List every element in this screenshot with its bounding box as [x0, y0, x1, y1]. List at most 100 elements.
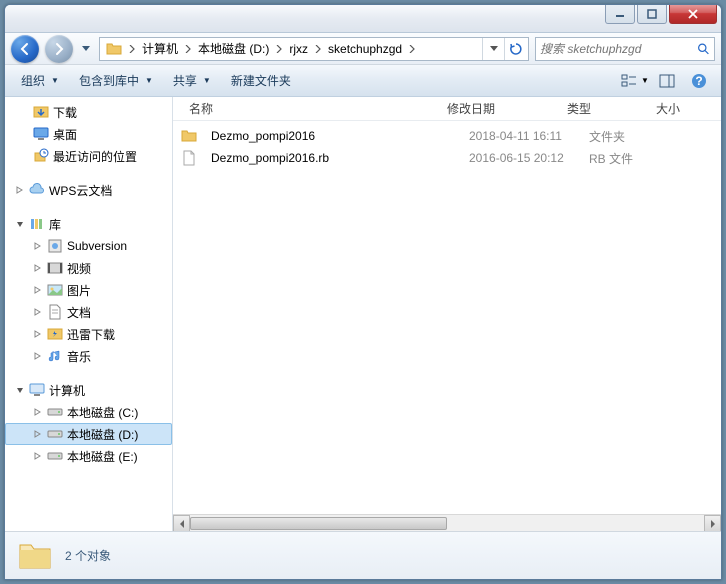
downloads-icon — [33, 104, 49, 120]
file-date: 2016-06-15 20:12 — [461, 151, 581, 165]
file-row[interactable]: Dezmo_pompi2016.rb 2016-06-15 20:12 RB 文… — [173, 147, 721, 169]
chevron-right-icon[interactable] — [273, 39, 285, 59]
sidebar-item-libraries[interactable]: 库 — [5, 213, 172, 235]
chevron-right-icon[interactable] — [126, 39, 138, 59]
drive-icon — [47, 426, 63, 442]
forward-button[interactable] — [45, 35, 73, 63]
tree-label: 计算机 — [49, 382, 85, 399]
column-header-type[interactable]: 类型 — [559, 100, 639, 117]
new-folder-button[interactable]: 新建文件夹 — [223, 68, 299, 93]
breadcrumb-item[interactable]: 计算机 — [138, 40, 182, 57]
drive-icon — [47, 448, 63, 464]
file-name: Dezmo_pompi2016.rb — [203, 151, 461, 165]
cloud-icon — [29, 182, 45, 198]
sidebar-item-music[interactable]: 音乐 — [5, 345, 172, 367]
file-icon — [181, 150, 197, 166]
tree-label: Subversion — [67, 239, 127, 253]
tree-label: 文档 — [67, 304, 91, 321]
chevron-right-icon[interactable] — [312, 39, 324, 59]
column-header-size[interactable]: 大小 — [639, 100, 689, 117]
scroll-track[interactable] — [190, 515, 704, 531]
scroll-thumb[interactable] — [190, 517, 447, 530]
maximize-button[interactable] — [637, 4, 667, 24]
address-dropdown[interactable] — [482, 38, 504, 60]
sidebar-item-computer[interactable]: 计算机 — [5, 379, 172, 401]
view-options-button[interactable]: ▼ — [621, 69, 649, 93]
sidebar-item-drive-e[interactable]: 本地磁盘 (E:) — [5, 445, 172, 467]
documents-icon — [47, 304, 63, 320]
sidebar-item-downloads[interactable]: 下载 — [5, 101, 172, 123]
preview-pane-button[interactable] — [653, 69, 681, 93]
breadcrumb-item[interactable]: sketchuphzgd — [324, 42, 406, 56]
sidebar-item-videos[interactable]: 视频 — [5, 257, 172, 279]
breadcrumb-item[interactable]: rjxz — [285, 42, 312, 56]
horizontal-scrollbar[interactable] — [173, 514, 721, 531]
tree-label: WPS云文档 — [49, 182, 112, 199]
folder-icon — [17, 538, 53, 574]
navigation-pane: 下载 桌面 最近访问的位置 WPS云文档 — [5, 97, 173, 531]
close-button[interactable] — [669, 4, 717, 24]
expand-icon[interactable] — [15, 185, 25, 195]
search-box[interactable] — [535, 37, 715, 61]
svg-text:?: ? — [695, 74, 702, 88]
expand-icon[interactable] — [33, 285, 43, 295]
expand-icon[interactable] — [33, 241, 43, 251]
window-controls — [605, 4, 717, 24]
expand-icon[interactable] — [33, 307, 43, 317]
address-bar[interactable]: 计算机 本地磁盘 (D:) rjxz sketchuphzgd — [99, 37, 529, 61]
expand-icon[interactable] — [33, 329, 43, 339]
music-icon — [47, 348, 63, 364]
expand-icon[interactable] — [33, 451, 43, 461]
tree-label: 音乐 — [67, 348, 91, 365]
include-library-button[interactable]: 包含到库中▼ — [71, 68, 161, 93]
help-button[interactable]: ? — [685, 69, 713, 93]
tree-label: 库 — [49, 216, 61, 233]
status-text: 2 个对象 — [65, 547, 111, 564]
sidebar-item-documents[interactable]: 文档 — [5, 301, 172, 323]
file-list-pane: 名称 修改日期 类型 大小 Dezmo_pompi2016 2018-04-11… — [173, 97, 721, 531]
minimize-button[interactable] — [605, 4, 635, 24]
sidebar-item-drive-d[interactable]: 本地磁盘 (D:) — [5, 423, 172, 445]
collapse-icon[interactable] — [15, 385, 25, 395]
nav-history-dropdown[interactable] — [79, 39, 93, 59]
organize-button[interactable]: 组织▼ — [13, 68, 67, 93]
sidebar-item-wps[interactable]: WPS云文档 — [5, 179, 172, 201]
search-input[interactable] — [540, 42, 697, 56]
sidebar-item-pictures[interactable]: 图片 — [5, 279, 172, 301]
chevron-right-icon[interactable] — [406, 39, 418, 59]
back-button[interactable] — [11, 35, 39, 63]
sidebar-item-xunlei[interactable]: 迅雷下载 — [5, 323, 172, 345]
chevron-right-icon[interactable] — [182, 39, 194, 59]
tree-label: 视频 — [67, 260, 91, 277]
folder-icon — [106, 41, 122, 57]
share-button[interactable]: 共享▼ — [165, 68, 219, 93]
column-header-date[interactable]: 修改日期 — [439, 100, 559, 117]
expand-icon[interactable] — [33, 263, 43, 273]
expand-icon[interactable] — [33, 429, 43, 439]
scroll-right-button[interactable] — [704, 515, 721, 531]
sidebar-item-subversion[interactable]: Subversion — [5, 235, 172, 257]
breadcrumb-item[interactable]: 本地磁盘 (D:) — [194, 40, 273, 57]
file-list[interactable]: Dezmo_pompi2016 2018-04-11 16:11 文件夹 Dez… — [173, 121, 721, 514]
xunlei-icon — [47, 326, 63, 342]
tree-label: 下载 — [53, 104, 77, 121]
folder-icon — [181, 128, 197, 144]
breadcrumb: 计算机 本地磁盘 (D:) rjxz sketchuphzgd — [126, 39, 482, 59]
sidebar-item-drive-c[interactable]: 本地磁盘 (C:) — [5, 401, 172, 423]
sidebar-item-recent[interactable]: 最近访问的位置 — [5, 145, 172, 167]
file-row[interactable]: Dezmo_pompi2016 2018-04-11 16:11 文件夹 — [173, 125, 721, 147]
refresh-button[interactable] — [504, 38, 526, 60]
library-icon — [29, 216, 45, 232]
svn-icon — [47, 238, 63, 254]
expand-icon[interactable] — [33, 407, 43, 417]
collapse-icon[interactable] — [15, 219, 25, 229]
expand-icon[interactable] — [33, 351, 43, 361]
file-type: 文件夹 — [581, 128, 661, 145]
scroll-left-button[interactable] — [173, 515, 190, 531]
explorer-window: 计算机 本地磁盘 (D:) rjxz sketchuphzgd 组织▼ 包含到库… — [4, 4, 722, 580]
file-date: 2018-04-11 16:11 — [461, 129, 581, 143]
sidebar-item-desktop[interactable]: 桌面 — [5, 123, 172, 145]
computer-icon — [29, 382, 45, 398]
search-icon[interactable] — [697, 41, 710, 57]
column-header-name[interactable]: 名称 — [181, 100, 439, 117]
